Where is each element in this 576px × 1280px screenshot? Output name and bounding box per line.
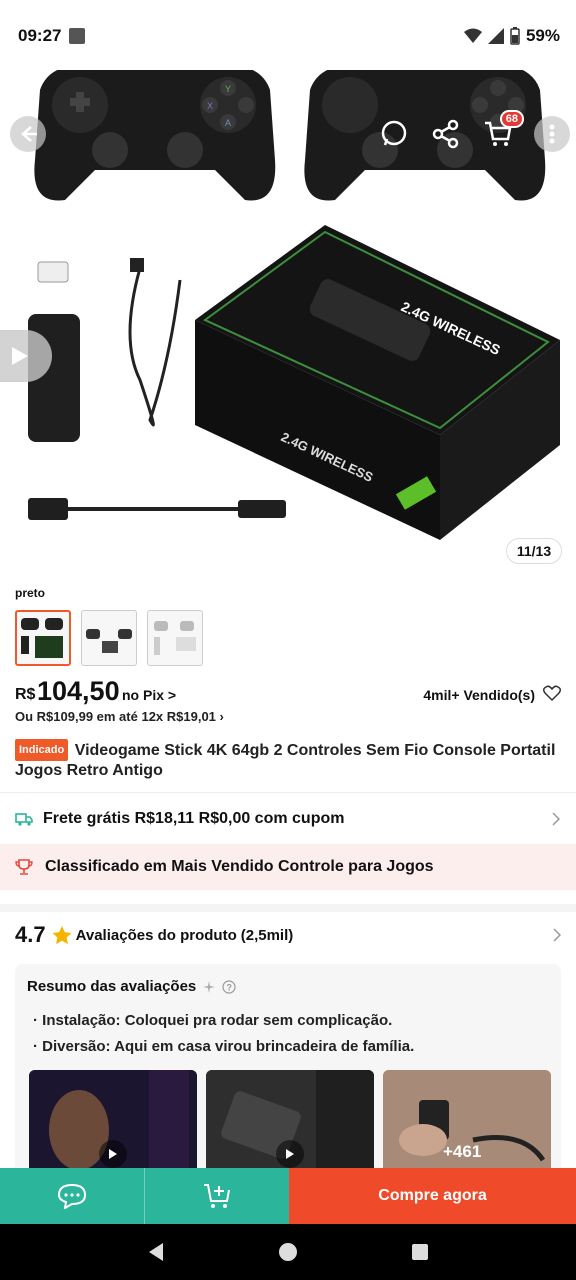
svg-text:?: ? — [227, 982, 233, 992]
sold-count: 4mil+ Vendido(s) — [423, 687, 535, 703]
review-summary-card: Resumo das avaliações ? · Instalação: Co… — [15, 964, 561, 1194]
share-button[interactable] — [428, 116, 464, 152]
review-bullet: · Diversão: Aqui em casa virou brincadei… — [33, 1038, 415, 1055]
buy-now-button[interactable]: Compre agora — [289, 1168, 576, 1224]
shipping-text: Frete grátis R$18,11 R$0,00 com cupom — [43, 810, 345, 827]
status-time: 09:27 — [18, 26, 62, 45]
product-image-gallery[interactable]: Y X A 2.4G WIRELESS 2.4G WIRELESS 68 — [0, 40, 576, 580]
more-options-button[interactable] — [534, 116, 570, 152]
price-value: 104,50 — [37, 676, 120, 706]
image-counter: 11/13 — [506, 538, 562, 564]
play-icon — [12, 347, 28, 365]
media-play-button[interactable] — [276, 1140, 304, 1168]
review-media-1[interactable] — [29, 1070, 197, 1180]
price-currency: R$ — [15, 686, 36, 703]
add-to-cart-button[interactable] — [145, 1168, 289, 1224]
variant-label: preto — [15, 586, 45, 600]
add-to-cart-icon — [204, 1184, 230, 1208]
pix-label[interactable]: no Pix > — [122, 687, 176, 703]
system-navigation-bar — [0, 1224, 576, 1280]
variant-thumbnails — [15, 610, 203, 666]
system-recents-icon[interactable] — [411, 1243, 429, 1261]
svg-text:Y: Y — [225, 84, 231, 94]
rating-score: 4.7 — [15, 922, 46, 947]
trophy-icon — [15, 859, 33, 875]
system-back-icon[interactable] — [147, 1242, 165, 1262]
chevron-right-icon — [552, 812, 560, 826]
review-summary-header: Resumo das avaliações ? — [27, 978, 236, 995]
review-bullet: · Instalação: Coloquei pra rodar sem com… — [33, 1012, 393, 1029]
price-row: R$ 104,50 no Pix > 4mil+ Vendido(s) — [15, 676, 562, 710]
more-vertical-icon — [549, 124, 555, 144]
review-media-2[interactable] — [206, 1070, 374, 1180]
rating-count: (2,5mil) — [240, 926, 294, 944]
product-box-illustration: 2.4G WIRELESS 2.4G WIRELESS — [195, 225, 560, 540]
signal-icon — [487, 28, 504, 44]
chevron-right-icon — [553, 928, 561, 942]
svg-text:X: X — [207, 101, 213, 111]
review-media-3[interactable]: +461 — [383, 1070, 551, 1180]
arrow-left-icon — [21, 126, 37, 142]
sparkle-icon — [203, 980, 216, 993]
variant-thumb-3[interactable] — [147, 610, 203, 666]
cart-count-badge: 68 — [499, 110, 524, 128]
product-title: Videogame Stick 4K 64gb 2 Controles Sem … — [15, 742, 556, 779]
battery-icon — [510, 27, 520, 45]
bottom-action-bar: Compre agora — [0, 1168, 576, 1224]
variant-thumb-1[interactable] — [15, 610, 71, 666]
media-play-button[interactable] — [99, 1140, 127, 1168]
rating-label: Avaliações do produto — [75, 926, 237, 944]
ranking-row[interactable]: Classificado em Mais Vendido Controle pa… — [0, 844, 576, 890]
controller-left-illustration: Y X A — [34, 64, 276, 201]
review-summary-title: Resumo das avaliações — [27, 978, 197, 995]
notification-icon — [69, 28, 85, 44]
play-icon — [286, 1149, 294, 1159]
ranking-text: Classificado em Mais Vendido Controle pa… — [45, 858, 434, 875]
heart-icon — [542, 685, 562, 702]
play-icon — [109, 1149, 117, 1159]
star-icon — [52, 925, 72, 944]
rating-row[interactable]: 4.7 Avaliações do produto (2,5mil) — [15, 918, 561, 952]
help-icon[interactable]: ? — [222, 979, 236, 994]
whatsapp-icon — [381, 120, 407, 146]
whatsapp-share-button[interactable] — [376, 116, 412, 152]
svg-text:A: A — [225, 118, 231, 128]
shipping-row[interactable]: Frete grátis R$18,11 R$0,00 com cupom — [0, 796, 576, 842]
divider — [0, 792, 576, 793]
installment-info[interactable]: Ou R$109,99 em até 12x R$19,01 › — [15, 709, 224, 724]
video-play-button[interactable] — [0, 330, 52, 382]
chat-icon — [57, 1183, 87, 1209]
wifi-icon — [463, 28, 482, 43]
system-home-icon[interactable] — [278, 1242, 298, 1262]
status-indicators: 59% — [463, 26, 560, 46]
product-title-block: Indicado Videogame Stick 4K 64gb 2 Contr… — [15, 739, 565, 781]
share-icon — [432, 119, 459, 149]
more-media-count: +461 — [443, 1142, 482, 1161]
truck-icon — [15, 813, 33, 826]
variant-thumb-2[interactable] — [81, 610, 137, 666]
recommended-tag: Indicado — [15, 739, 69, 761]
back-button[interactable] — [10, 116, 46, 152]
wishlist-button[interactable] — [542, 685, 562, 707]
section-gap — [0, 904, 576, 912]
chat-button[interactable] — [0, 1168, 145, 1224]
status-bar: 09:27 59% — [0, 0, 576, 70]
cart-button[interactable]: 68 — [480, 110, 524, 152]
battery-level: 59% — [525, 26, 560, 45]
